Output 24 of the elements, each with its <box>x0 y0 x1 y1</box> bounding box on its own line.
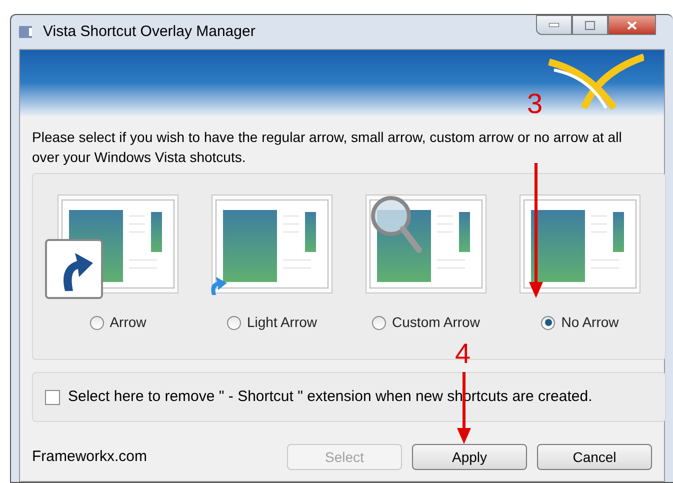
magnifier-icon <box>369 194 425 254</box>
dialog-button[interactable]: Apply <box>412 444 527 470</box>
maximize-icon <box>585 20 595 30</box>
site-name: Frameworkx.com <box>32 446 148 467</box>
close-button[interactable] <box>608 15 656 35</box>
radio-button[interactable] <box>226 316 241 330</box>
minimize-button[interactable] <box>536 15 572 35</box>
maximize-button[interactable] <box>572 15 608 35</box>
annotation-number: 4 <box>455 340 471 368</box>
radio-button[interactable] <box>90 316 104 330</box>
option-label: No Arrow <box>561 313 619 332</box>
annotation-number: 3 <box>527 90 543 118</box>
dialog-button[interactable]: Cancel <box>537 444 652 470</box>
window-title: Vista Shortcut Overlay Manager <box>43 22 256 42</box>
minimize-icon <box>549 23 559 27</box>
instruction-text: Please select if you wish to have the regular arrow, small arrow, custom arrow or no arrow at all over your Windows Vista shotcuts. <box>31 128 623 167</box>
option-label: Custom Arrow <box>392 313 480 332</box>
radio-button[interactable] <box>541 316 556 330</box>
checkbox[interactable] <box>45 390 60 404</box>
app-icon <box>19 25 35 39</box>
option-label: Arrow <box>110 313 146 332</box>
close-icon <box>627 20 637 30</box>
option-label: Light Arrow <box>246 313 318 332</box>
radio-button[interactable] <box>372 316 386 330</box>
